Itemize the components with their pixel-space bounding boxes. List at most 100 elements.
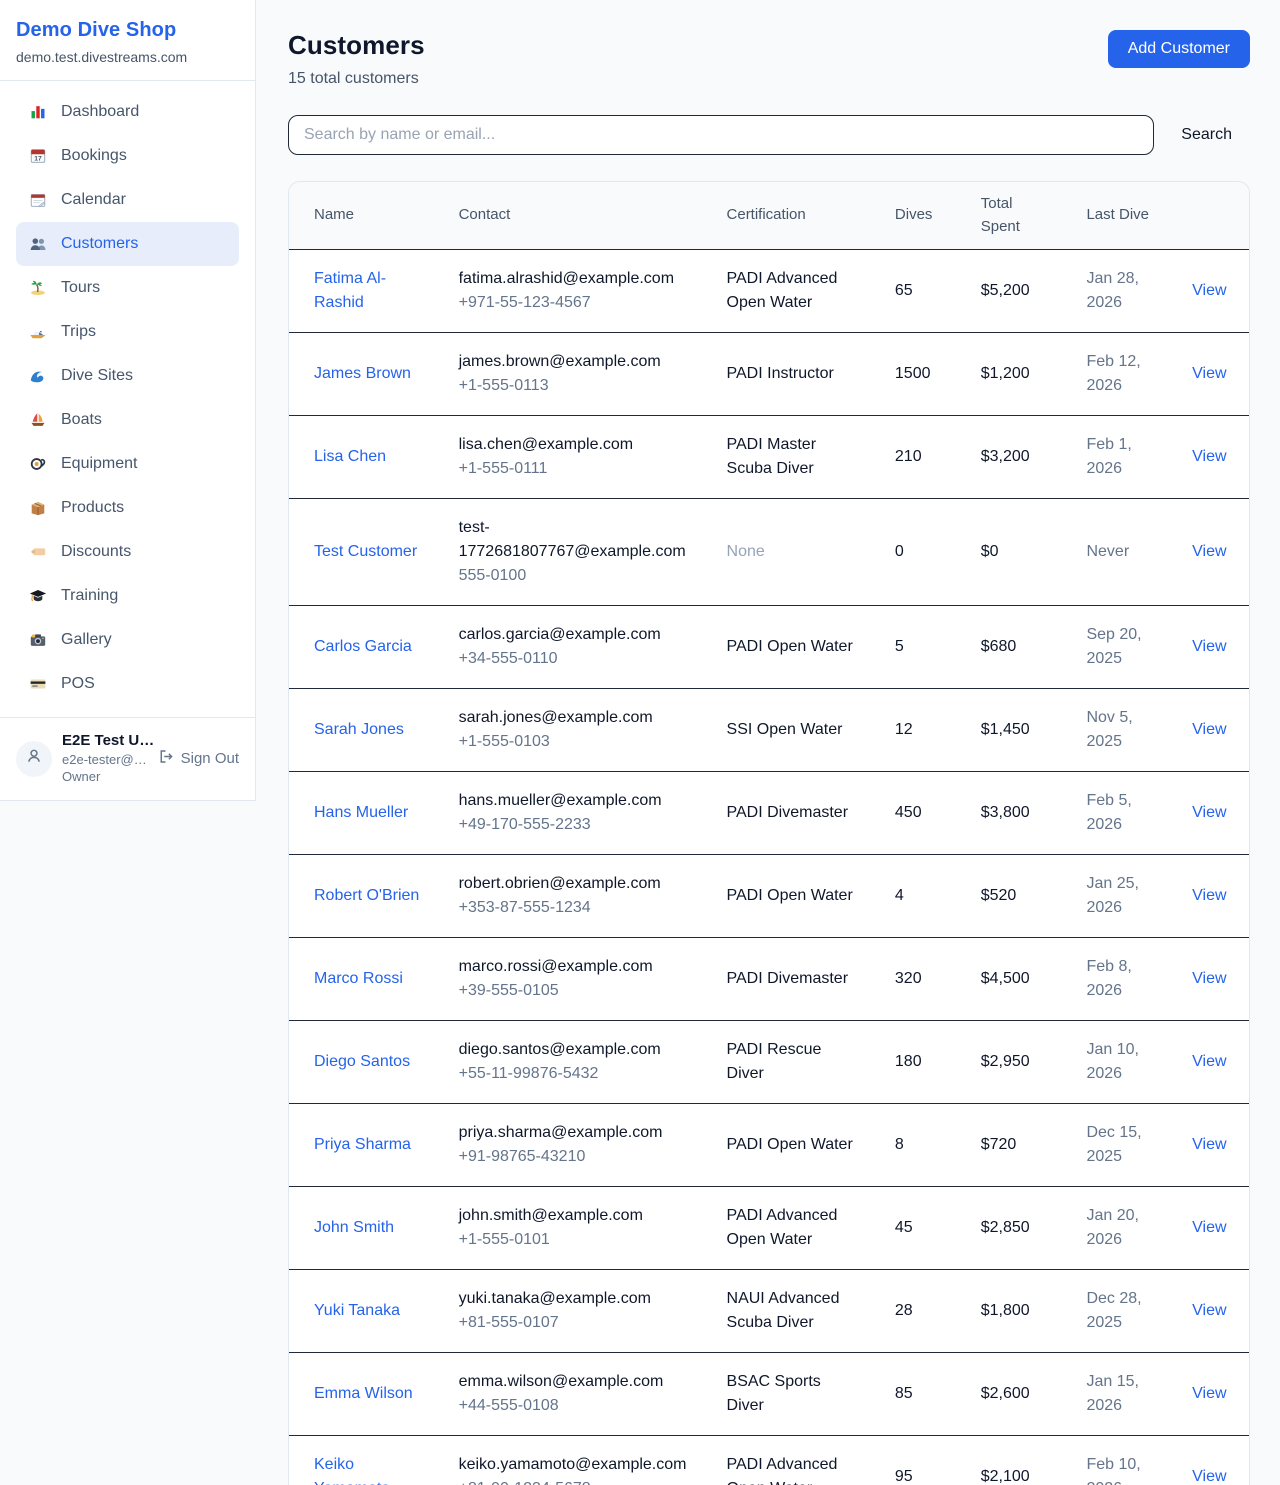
view-link[interactable]: View	[1192, 1385, 1226, 1402]
customer-name-link[interactable]: Priya Sharma	[314, 1136, 411, 1153]
bookings-icon: 17	[28, 147, 48, 165]
customer-certification: PADI Master Scuba Diver	[727, 433, 862, 481]
sidebar-item-label: Products	[61, 499, 124, 517]
customer-certification: BSAC Sports Diver	[727, 1370, 862, 1418]
sidebar-item-discounts[interactable]: Discounts	[16, 530, 239, 574]
sidebar-item-bookings[interactable]: 17Bookings	[16, 134, 239, 178]
view-link[interactable]: View	[1192, 365, 1226, 382]
customer-dives: 1500	[870, 333, 956, 416]
customer-name-link[interactable]: James Brown	[314, 365, 411, 382]
view-link[interactable]: View	[1192, 543, 1226, 560]
view-link[interactable]: View	[1192, 1136, 1226, 1153]
sidebar-item-boats[interactable]: Boats	[16, 398, 239, 442]
trips-icon	[28, 323, 48, 341]
view-link[interactable]: View	[1192, 1468, 1226, 1485]
sidebar-item-label: Dive Sites	[61, 367, 133, 385]
calendar-icon	[28, 191, 48, 209]
customer-dives: 180	[870, 1021, 956, 1104]
customer-last-dive: Dec 15, 2025	[1061, 1104, 1167, 1187]
view-link[interactable]: View	[1192, 1053, 1226, 1070]
customer-name-link[interactable]: Robert O'Brien	[314, 887, 419, 904]
view-link[interactable]: View	[1192, 1302, 1226, 1319]
customer-name-link[interactable]: Hans Mueller	[314, 804, 408, 821]
view-link[interactable]: View	[1192, 638, 1226, 655]
column-header-name: Name	[289, 182, 434, 250]
customer-certification: PADI Advanced Open Water	[727, 1453, 862, 1485]
customer-name-link[interactable]: Sarah Jones	[314, 721, 404, 738]
customer-email: marco.rossi@example.com	[459, 955, 694, 979]
tours-icon	[28, 279, 48, 297]
customer-email: james.brown@example.com	[459, 350, 694, 374]
customer-total-spent: $4,500	[956, 938, 1062, 1021]
customer-name-link[interactable]: Fatima Al-Rashid	[314, 270, 386, 311]
search-input[interactable]	[288, 115, 1154, 155]
sidebar-item-customers[interactable]: Customers	[16, 222, 239, 266]
customer-name-link[interactable]: Emma Wilson	[314, 1385, 413, 1402]
customers-table-card: NameContactCertificationDivesTotal Spent…	[288, 181, 1250, 1485]
view-link[interactable]: View	[1192, 804, 1226, 821]
sidebar-item-dive-sites[interactable]: Dive Sites	[16, 354, 239, 398]
page-subtitle: 15 total customers	[288, 70, 425, 88]
customer-phone: +44-555-0108	[459, 1394, 694, 1418]
sidebar-item-training[interactable]: Training	[16, 574, 239, 618]
customer-name-link[interactable]: Yuki Tanaka	[314, 1302, 400, 1319]
view-link[interactable]: View	[1192, 282, 1226, 299]
view-link[interactable]: View	[1192, 970, 1226, 987]
customer-total-spent: $1,200	[956, 333, 1062, 416]
view-link[interactable]: View	[1192, 448, 1226, 465]
sidebar-item-tours[interactable]: Tours	[16, 266, 239, 310]
table-row: Lisa Chenlisa.chen@example.com+1-555-011…	[289, 416, 1249, 499]
customer-phone: +91-98765-43210	[459, 1145, 694, 1169]
sidebar-nav: Dashboard17BookingsCalendarCustomersTour…	[0, 81, 255, 706]
sidebar-item-gallery[interactable]: Gallery	[16, 618, 239, 662]
customer-certification: NAUI Advanced Scuba Diver	[727, 1287, 862, 1335]
customer-name-link[interactable]: Lisa Chen	[314, 448, 386, 465]
table-row: Sarah Jonessarah.jones@example.com+1-555…	[289, 689, 1249, 772]
customers-table: NameContactCertificationDivesTotal Spent…	[289, 182, 1249, 1485]
customer-total-spent: $2,950	[956, 1021, 1062, 1104]
customer-name-link[interactable]: Carlos Garcia	[314, 638, 412, 655]
page-header: Customers 15 total customers Add Custome…	[288, 30, 1250, 88]
customer-email: keiko.yamamoto@example.com	[459, 1453, 694, 1477]
user-section: E2E Test U… e2e-tester@… Owner Sign Out	[0, 717, 255, 800]
sidebar-item-pos[interactable]: POS	[16, 662, 239, 706]
customer-dives: 320	[870, 938, 956, 1021]
customer-name-link[interactable]: Keiko Yamamoto	[314, 1456, 390, 1485]
sidebar-item-dashboard[interactable]: Dashboard	[16, 90, 239, 134]
search-button[interactable]: Search	[1181, 126, 1232, 144]
column-header-dives: Dives	[870, 182, 956, 250]
sidebar-item-calendar[interactable]: Calendar	[16, 178, 239, 222]
sign-out-button[interactable]: Sign Out	[157, 748, 239, 769]
sidebar-item-label: Gallery	[61, 631, 112, 649]
equipment-icon	[28, 455, 48, 473]
avatar	[16, 741, 52, 777]
customer-dives: 4	[870, 855, 956, 938]
view-link[interactable]: View	[1192, 1219, 1226, 1236]
add-customer-button[interactable]: Add Customer	[1108, 30, 1250, 68]
customer-email: hans.mueller@example.com	[459, 789, 694, 813]
sidebar-item-trips[interactable]: Trips	[16, 310, 239, 354]
brand-title: Demo Dive Shop	[16, 19, 239, 42]
brand-link[interactable]: Demo Dive Shop demo.test.divestreams.com	[0, 0, 255, 81]
customer-certification: PADI Advanced Open Water	[727, 267, 862, 315]
customer-email: emma.wilson@example.com	[459, 1370, 694, 1394]
discounts-icon	[28, 543, 48, 561]
customer-certification: PADI Advanced Open Water	[727, 1204, 862, 1252]
view-link[interactable]: View	[1192, 887, 1226, 904]
sidebar-item-label: Equipment	[61, 455, 138, 473]
customer-name-link[interactable]: Diego Santos	[314, 1053, 410, 1070]
customer-name-link[interactable]: Test Customer	[314, 543, 417, 560]
customer-name-link[interactable]: John Smith	[314, 1219, 394, 1236]
sidebar-item-products[interactable]: Products	[16, 486, 239, 530]
customer-email: yuki.tanaka@example.com	[459, 1287, 694, 1311]
customer-last-dive: Sep 20, 2025	[1061, 606, 1167, 689]
sidebar-item-label: Trips	[61, 323, 96, 341]
customer-phone: +1-555-0103	[459, 730, 694, 754]
customer-phone: +39-555-0105	[459, 979, 694, 1003]
table-row: James Brownjames.brown@example.com+1-555…	[289, 333, 1249, 416]
view-link[interactable]: View	[1192, 721, 1226, 738]
training-icon	[28, 587, 48, 605]
table-row: Marco Rossi marco.rossi@example.com+39-55…	[289, 938, 1249, 1021]
customer-name-link[interactable]: Marco Rossi	[314, 970, 403, 987]
sidebar-item-equipment[interactable]: Equipment	[16, 442, 239, 486]
